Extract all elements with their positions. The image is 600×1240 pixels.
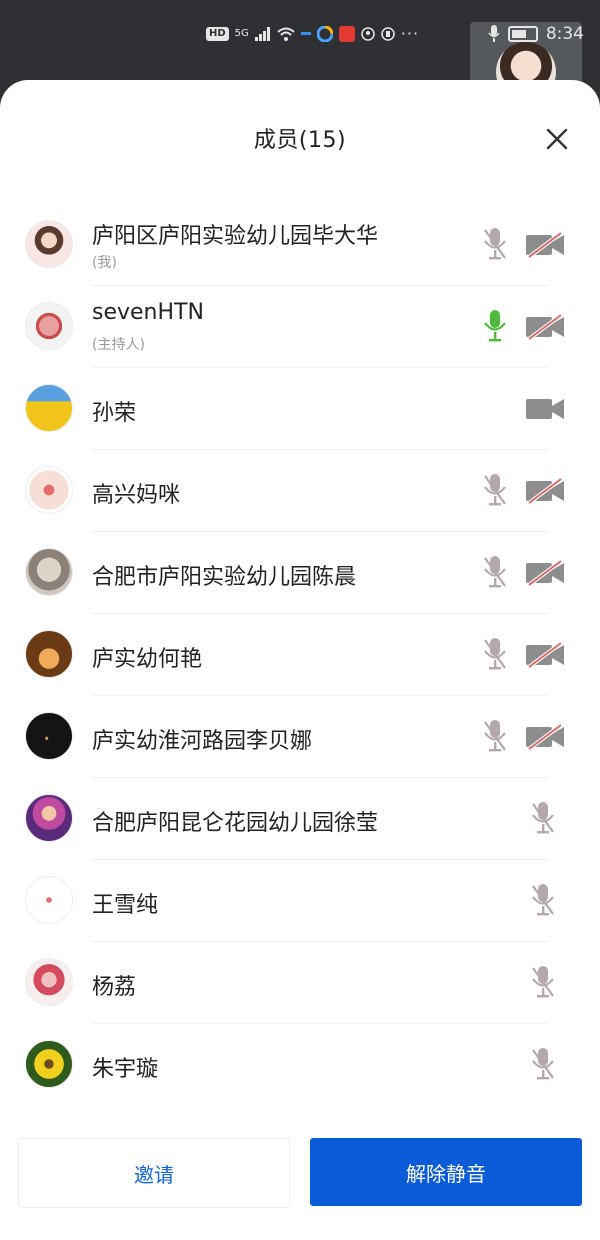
clock: 8:34 [545, 24, 584, 44]
microphone-muted-icon[interactable] [482, 226, 508, 262]
member-name: 王雪纯 [92, 893, 159, 918]
member-row[interactable]: 庐实幼淮河路园李贝娜 [0, 696, 600, 778]
member-row[interactable]: sevenHTN (主持人) [0, 286, 600, 368]
battery-icon [507, 26, 538, 42]
microphone-muted-icon[interactable] [482, 718, 508, 754]
microphone-status-icon [488, 25, 500, 42]
microphone-muted-icon[interactable] [482, 472, 508, 508]
hd-badge: HD [206, 26, 229, 41]
sheet-title: 成员(15) [253, 128, 347, 153]
camera-off-icon[interactable] [525, 313, 565, 341]
status-right: 8:34 [488, 24, 584, 44]
close-icon[interactable] [542, 124, 572, 154]
invite-button[interactable]: 邀请 [18, 1138, 290, 1208]
member-avatar [25, 302, 73, 350]
microphone-muted-icon[interactable] [530, 964, 556, 1000]
app-notification-icon [338, 25, 355, 42]
member-name: 孙荣 [92, 401, 137, 426]
member-row[interactable]: 朱宇璇 [0, 1024, 600, 1106]
member-name: 朱宇璇 [92, 1057, 159, 1082]
member-name: sevenHTN [92, 300, 204, 325]
member-avatar [25, 220, 73, 268]
member-name: 庐实幼淮河路园李贝娜 [92, 729, 313, 754]
member-name: 高兴妈咪 [92, 483, 181, 508]
member-role: (主持人) [92, 337, 145, 353]
app-logo-icon [316, 25, 333, 42]
camera-icon[interactable] [525, 396, 565, 422]
member-name: 庐阳区庐阳实验幼儿园毕大华 [92, 224, 379, 249]
member-avatar [25, 548, 73, 596]
network-label: 5G [234, 28, 249, 39]
camera-off-icon[interactable] [525, 723, 565, 751]
list-fade [0, 1100, 600, 1118]
member-list: 庐阳区庐阳实验幼儿园毕大华 (我) sevenHTN (主持人) 孙荣高兴妈咪合肥市庐阳… [0, 204, 600, 1106]
signal-icon [254, 26, 270, 41]
camera-off-icon[interactable] [525, 477, 565, 505]
microphone-muted-icon[interactable] [530, 882, 556, 918]
more-indicator: ··· [400, 24, 420, 43]
member-row[interactable]: 合肥市庐阳实验幼儿园陈晨 [0, 532, 600, 614]
member-row[interactable]: 孙荣 [0, 368, 600, 450]
camera-off-icon[interactable] [525, 559, 565, 587]
member-name: 合肥庐阳昆仑花园幼儿园徐莹 [92, 811, 379, 836]
member-name: 庐实幼何艳 [92, 647, 203, 672]
sheet-header: 成员(15) [0, 80, 600, 204]
user-circle-icon [361, 26, 375, 41]
microphone-on-icon[interactable] [482, 308, 508, 344]
microphone-muted-icon[interactable] [530, 800, 556, 836]
camera-off-icon[interactable] [525, 231, 565, 259]
members-sheet: 成员(15) 庐阳区庐阳实验幼儿园毕大华 (我) sevenHTN (主持人) 孙荣高兴… [0, 80, 600, 1240]
member-role: (我) [92, 255, 117, 271]
status-icons: HD 5G ··· [206, 24, 419, 43]
location-circle-icon [381, 26, 395, 41]
member-row[interactable]: 杨荔 [0, 942, 600, 1024]
member-row[interactable]: 王雪纯 [0, 860, 600, 942]
microphone-muted-icon[interactable] [530, 1046, 556, 1082]
microphone-muted-icon[interactable] [482, 636, 508, 672]
member-row[interactable]: 合肥庐阳昆仑花园幼儿园徐莹 [0, 778, 600, 860]
member-avatar [25, 466, 73, 514]
microphone-muted-icon[interactable] [482, 554, 508, 590]
member-avatar [25, 384, 73, 432]
member-avatar [25, 876, 73, 924]
member-avatar [25, 958, 73, 1006]
member-row[interactable]: 庐阳区庐阳实验幼儿园毕大华 (我) [0, 204, 600, 286]
member-row[interactable]: 庐实幼何艳 [0, 614, 600, 696]
unmute-all-button[interactable]: 解除静音 [310, 1138, 582, 1206]
footer-actions: 邀请 解除静音 [0, 1100, 600, 1240]
status-bar: HD 5G ··· 8:34 [0, 0, 600, 106]
member-avatar [25, 630, 73, 678]
member-avatar [25, 712, 73, 760]
app-indicator-icon [300, 32, 311, 35]
wifi-icon [277, 27, 295, 41]
member-row[interactable]: 高兴妈咪 [0, 450, 600, 532]
camera-off-icon[interactable] [525, 641, 565, 669]
member-avatar [25, 1040, 73, 1088]
member-name: 杨荔 [92, 975, 137, 1000]
member-name: 合肥市庐阳实验幼儿园陈晨 [92, 565, 357, 590]
member-avatar [25, 794, 73, 842]
